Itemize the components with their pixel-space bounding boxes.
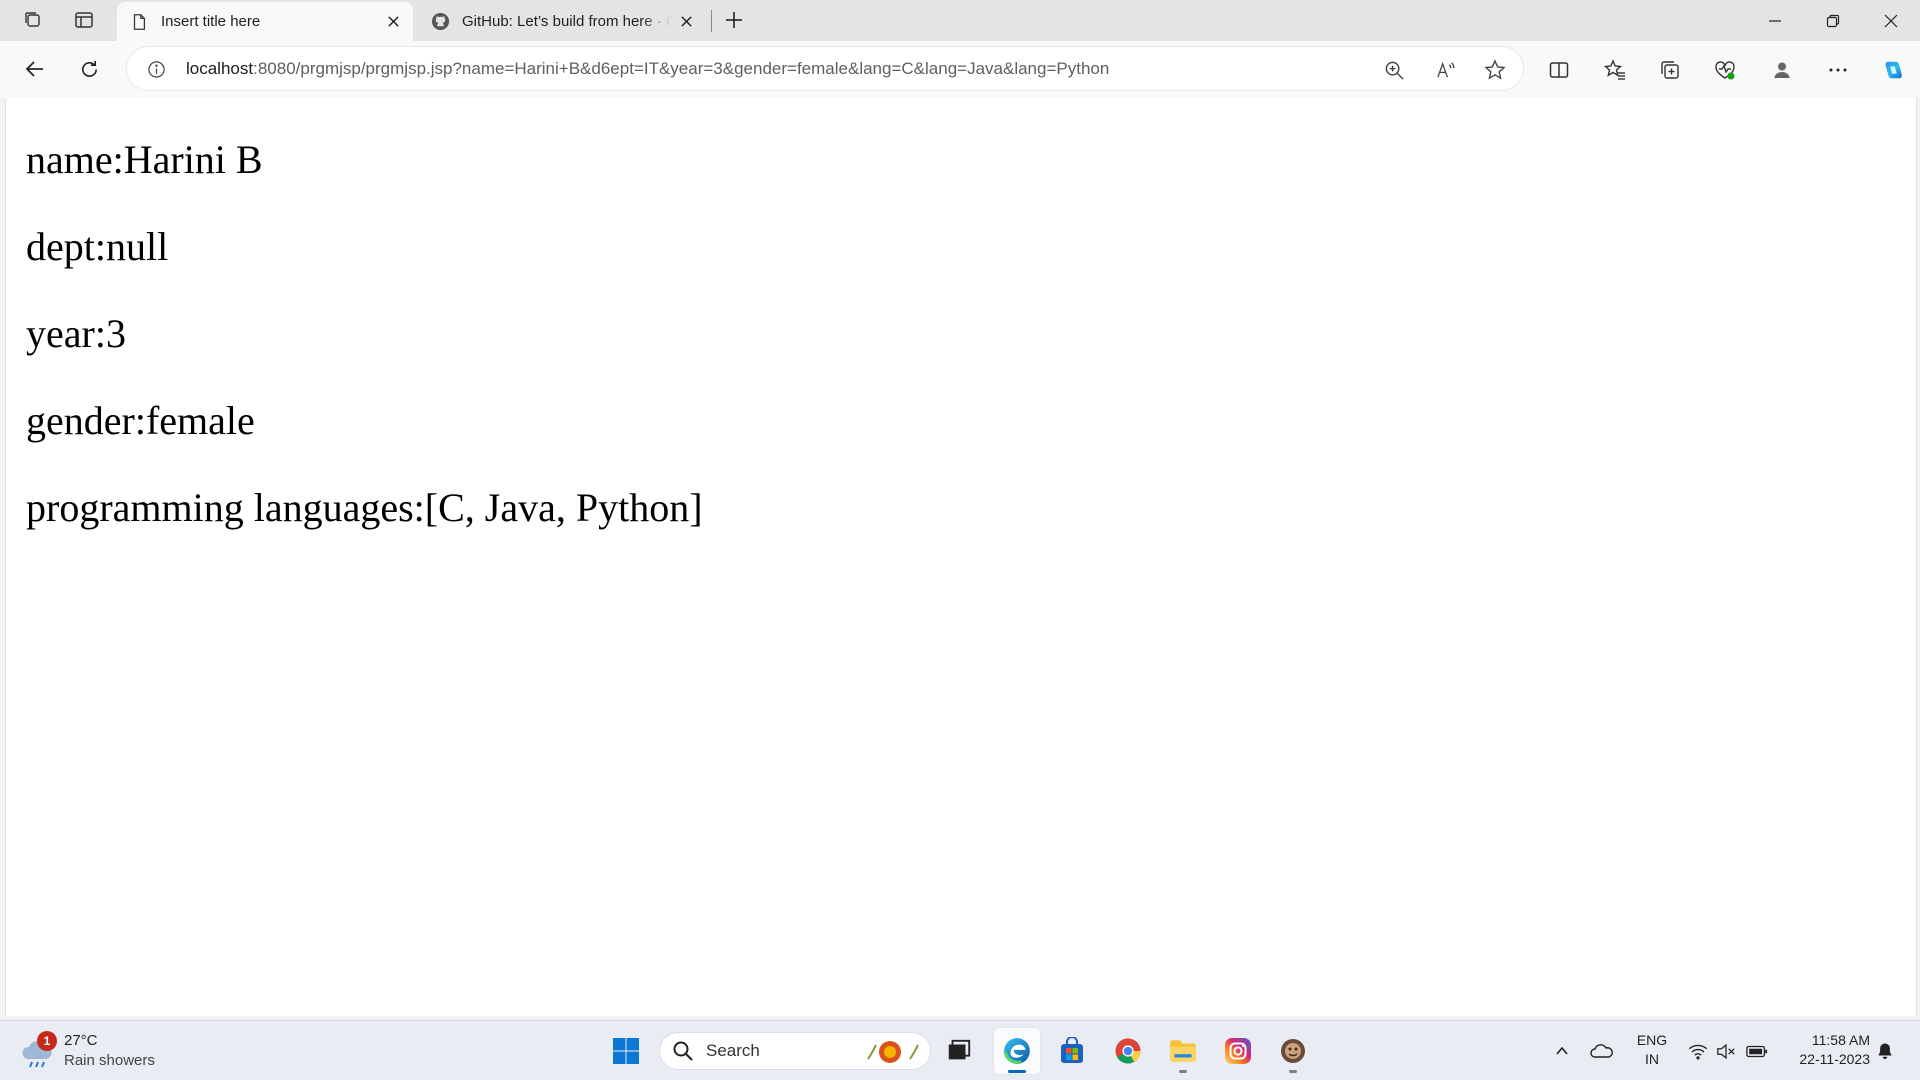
search-highlight-icon [867, 1041, 919, 1063]
refresh-icon[interactable] [71, 51, 107, 87]
task-view-icon[interactable] [935, 1027, 983, 1075]
back-icon[interactable] [17, 51, 53, 87]
favorites-icon[interactable] [1598, 53, 1632, 87]
tab-strip: Insert title here GitHub: Let’s build fr… [0, 0, 1920, 41]
url-host: localhost [186, 59, 254, 78]
file-explorer-icon[interactable] [1159, 1027, 1207, 1075]
read-aloud-icon[interactable] [1431, 56, 1459, 84]
tab-title: Insert title here [161, 13, 261, 30]
languages-line: programming languages:[C, Java, Python] [26, 485, 703, 530]
tab-actions-icon[interactable] [15, 4, 51, 36]
split-screen-icon[interactable] [1542, 53, 1576, 87]
battery-icon[interactable] [1742, 1035, 1772, 1067]
rain-cloud-icon: 1 [18, 1031, 58, 1071]
input-language[interactable]: ENG IN [1630, 1031, 1674, 1069]
new-tab-icon[interactable] [716, 4, 752, 36]
restore-icon[interactable] [1804, 0, 1862, 41]
search-label: Search [706, 1041, 760, 1060]
chrome-icon[interactable] [1104, 1027, 1152, 1075]
app-icon[interactable] [1269, 1027, 1317, 1075]
close-window-icon[interactable] [1862, 0, 1920, 41]
region-code: IN [1645, 1051, 1659, 1067]
onedrive-icon[interactable] [1587, 1035, 1617, 1067]
start-icon[interactable] [602, 1027, 650, 1075]
browser-essentials-icon[interactable] [1708, 53, 1742, 87]
taskbar-search[interactable]: Search [659, 1032, 931, 1070]
running-indicator [1289, 1070, 1297, 1073]
instagram-icon[interactable] [1214, 1027, 1262, 1075]
zoom-icon[interactable] [1380, 56, 1408, 84]
more-icon[interactable] [1821, 53, 1855, 87]
wifi-icon[interactable] [1684, 1035, 1712, 1067]
active-indicator [1008, 1070, 1026, 1073]
favorite-star-icon[interactable] [1481, 56, 1509, 84]
close-icon[interactable] [672, 8, 700, 36]
chevron-up-icon[interactable] [1548, 1035, 1576, 1067]
weather-widget[interactable]: 1 27°C Rain showers [18, 1027, 155, 1075]
year-line: year:3 [26, 311, 126, 356]
taskbar: 1 27°C Rain showers Search ENG IN 11:58 … [0, 1020, 1920, 1080]
profile-icon[interactable] [1765, 53, 1799, 87]
minimize-icon[interactable] [1746, 0, 1804, 41]
weather-temp: 27°C [64, 1032, 98, 1049]
clock-date: 22-11-2023 [1799, 1051, 1870, 1067]
clock-time: 11:58 AM [1811, 1032, 1870, 1048]
tab-github[interactable]: GitHub: Let’s build from here · GitHub [418, 2, 706, 41]
tab-title: GitHub: Let’s build from here · GitHub [462, 13, 672, 30]
collections-icon[interactable] [1653, 53, 1687, 87]
gender-line: gender:female [26, 398, 255, 443]
page-icon [129, 12, 149, 32]
copilot-icon[interactable] [1876, 53, 1910, 87]
notification-bell-icon[interactable] [1870, 1035, 1900, 1067]
tab-active[interactable]: Insert title here [117, 2, 413, 41]
tab-separator [711, 10, 712, 32]
running-indicator [1179, 1070, 1187, 1073]
notification-badge: 1 [37, 1031, 57, 1051]
search-icon [673, 1041, 693, 1061]
dept-line: dept:null [26, 224, 169, 269]
system-clock[interactable]: 11:58 AM 22-11-2023 [1776, 1031, 1870, 1069]
github-icon [430, 12, 450, 32]
url-text[interactable]: localhost:8080/prgmjsp/prgmjsp.jsp?name=… [186, 59, 1109, 79]
vertical-tabs-icon[interactable] [66, 4, 102, 36]
volume-muted-icon[interactable] [1712, 1035, 1740, 1067]
browser-toolbar: localhost:8080/prgmjsp/prgmjsp.jsp?name=… [0, 41, 1920, 98]
address-bar[interactable]: localhost:8080/prgmjsp/prgmjsp.jsp?name=… [126, 46, 1524, 91]
close-icon[interactable] [379, 8, 407, 36]
name-line: name:Harini B [26, 137, 263, 182]
info-icon[interactable] [145, 58, 167, 80]
url-path: :8080/prgmjsp/prgmjsp.jsp?name=Harini+B&… [253, 59, 1110, 78]
weather-condition: Rain showers [64, 1052, 155, 1069]
edge-icon[interactable] [993, 1027, 1041, 1075]
language-code: ENG [1636, 1032, 1668, 1048]
page-content: name:Harini B dept:null year:3 gender:fe… [5, 98, 1917, 1016]
store-icon[interactable] [1048, 1027, 1096, 1075]
